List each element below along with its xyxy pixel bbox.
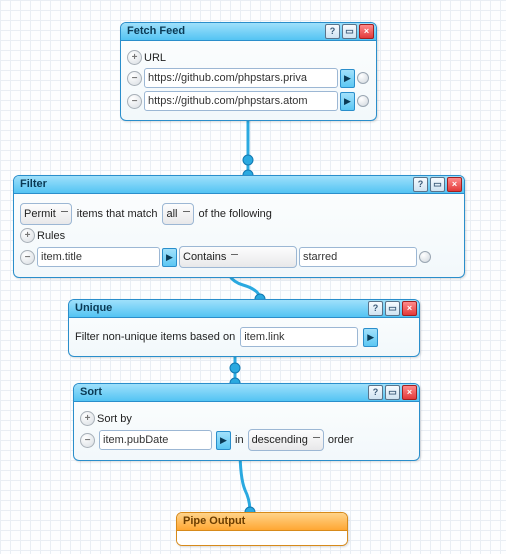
module-sort[interactable]: Sort ? ▭ × Sort by ▶ in descending order (73, 383, 420, 461)
filter-text2: of the following (199, 208, 272, 220)
chevron-right-icon[interactable]: ▶ (216, 431, 231, 450)
module-filter[interactable]: Filter ? ▭ × Permit items that match all… (13, 175, 465, 278)
url-label: URL (144, 52, 166, 64)
input-port-icon[interactable] (419, 251, 431, 263)
close-icon[interactable]: × (402, 301, 417, 316)
unique-field-input[interactable] (240, 327, 358, 347)
minimize-icon[interactable]: ▭ (385, 385, 400, 400)
help-icon[interactable]: ? (368, 385, 383, 400)
input-port-icon[interactable] (357, 72, 369, 84)
sort-order: order (328, 434, 354, 446)
titlebar-sort[interactable]: Sort ? ▭ × (74, 384, 419, 402)
url-input-0[interactable] (144, 68, 338, 88)
remove-sort-icon[interactable] (80, 433, 95, 448)
module-unique[interactable]: Unique ? ▭ × Filter non-unique items bas… (68, 299, 420, 357)
filter-scope-select[interactable]: all (162, 203, 193, 225)
rule-op-select[interactable]: Contains (179, 246, 297, 268)
minimize-icon[interactable]: ▭ (385, 301, 400, 316)
add-url-icon[interactable] (127, 50, 142, 65)
rule-value-input[interactable] (299, 247, 417, 267)
close-icon[interactable]: × (447, 177, 462, 192)
rule-field-input[interactable] (37, 247, 160, 267)
chevron-right-icon[interactable]: ▶ (340, 69, 355, 88)
chevron-right-icon[interactable]: ▶ (162, 248, 177, 267)
minimize-icon[interactable]: ▭ (342, 24, 357, 39)
chevron-right-icon[interactable]: ▶ (340, 92, 355, 111)
remove-rule-icon[interactable] (20, 250, 35, 265)
module-title: Filter (20, 176, 47, 193)
help-icon[interactable]: ? (368, 301, 383, 316)
module-fetch-feed[interactable]: Fetch Feed ? ▭ × URL ▶ ▶ (120, 22, 377, 121)
unique-text: Filter non-unique items based on (75, 331, 235, 343)
input-port-icon[interactable] (357, 95, 369, 107)
sort-field-input[interactable] (99, 430, 212, 450)
titlebar-fetch[interactable]: Fetch Feed ? ▭ × (121, 23, 376, 41)
remove-url-icon[interactable] (127, 71, 142, 86)
port-mid-icon (243, 155, 253, 165)
module-title: Sort (80, 384, 102, 401)
output-title: Pipe Output (177, 513, 347, 531)
close-icon[interactable]: × (402, 385, 417, 400)
filter-text1: items that match (77, 208, 158, 220)
module-title: Fetch Feed (127, 23, 185, 40)
close-icon[interactable]: × (359, 24, 374, 39)
titlebar-filter[interactable]: Filter ? ▭ × (14, 176, 464, 194)
sort-label: Sort by (97, 413, 132, 425)
url-input-1[interactable] (144, 91, 338, 111)
help-icon[interactable]: ? (413, 177, 428, 192)
output-body (177, 531, 347, 545)
add-sort-icon[interactable] (80, 411, 95, 426)
filter-mode-select[interactable]: Permit (20, 203, 72, 225)
chevron-right-icon[interactable]: ▶ (363, 328, 378, 347)
sort-dir-select[interactable]: descending (248, 429, 324, 451)
minimize-icon[interactable]: ▭ (430, 177, 445, 192)
rules-label: Rules (37, 230, 65, 242)
titlebar-unique[interactable]: Unique ? ▭ × (69, 300, 419, 318)
remove-url-icon[interactable] (127, 94, 142, 109)
module-title: Unique (75, 300, 112, 317)
add-rule-icon[interactable] (20, 228, 35, 243)
help-icon[interactable]: ? (325, 24, 340, 39)
sort-in: in (235, 434, 244, 446)
module-pipe-output[interactable]: Pipe Output (176, 512, 348, 546)
